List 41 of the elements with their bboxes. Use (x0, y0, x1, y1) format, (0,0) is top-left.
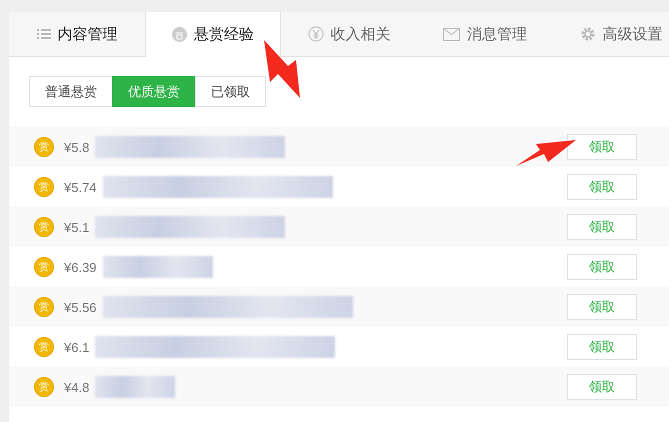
bounty-price: ¥6.1 (64, 340, 90, 354)
claim-button[interactable]: 领取 (567, 334, 637, 360)
claim-button[interactable]: 领取 (567, 174, 637, 200)
envelope-icon (443, 28, 460, 40)
claim-button[interactable]: 领取 (567, 374, 637, 400)
tab-label: 高级设置 (602, 24, 662, 44)
filter-tab[interactable]: 普通悬赏 (29, 76, 113, 107)
bounty-price: ¥6.39 (64, 260, 97, 274)
bounty-price: ¥5.8 (64, 140, 90, 154)
coin-icon (172, 27, 187, 42)
bounty-price: ¥4.8 (64, 380, 90, 394)
yen-icon (308, 26, 324, 42)
bounty-price: ¥5.1 (64, 220, 90, 234)
filter-tab[interactable]: 已领取 (195, 76, 266, 107)
tab-label: 内容管理 (58, 24, 118, 44)
coin-badge: 赏 (34, 137, 54, 157)
claim-button[interactable]: 领取 (567, 134, 637, 160)
coin-badge: 赏 (34, 297, 54, 317)
tab[interactable]: 收入相关 (281, 12, 417, 56)
filter-tab[interactable]: 优质悬赏 (112, 76, 196, 107)
tab[interactable]: 内容管理 (9, 12, 145, 56)
tab-label: 悬赏经验 (194, 25, 254, 44)
claim-button[interactable]: 领取 (567, 254, 637, 280)
tab[interactable]: 高级设置 (553, 12, 669, 56)
annotation-arrow (262, 38, 302, 100)
tab-label: 收入相关 (330, 24, 390, 44)
tab[interactable]: 消息管理 (417, 12, 553, 56)
tab-label: 消息管理 (467, 24, 527, 44)
coin-badge: 赏 (34, 177, 54, 197)
list-icon (36, 28, 50, 40)
bounty-price: ¥5.74 (64, 180, 97, 194)
settings-icon (580, 26, 596, 42)
claim-button[interactable]: 领取 (567, 294, 637, 320)
coin-badge: 赏 (34, 217, 54, 237)
tab[interactable]: 悬赏经验 (145, 12, 281, 57)
claim-button[interactable]: 领取 (567, 214, 637, 240)
coin-badge: 赏 (34, 257, 54, 277)
coin-badge: 赏 (34, 377, 54, 397)
bounty-price: ¥5.56 (64, 300, 97, 314)
annotation-arrow (516, 138, 578, 168)
coin-badge: 赏 (34, 337, 54, 357)
